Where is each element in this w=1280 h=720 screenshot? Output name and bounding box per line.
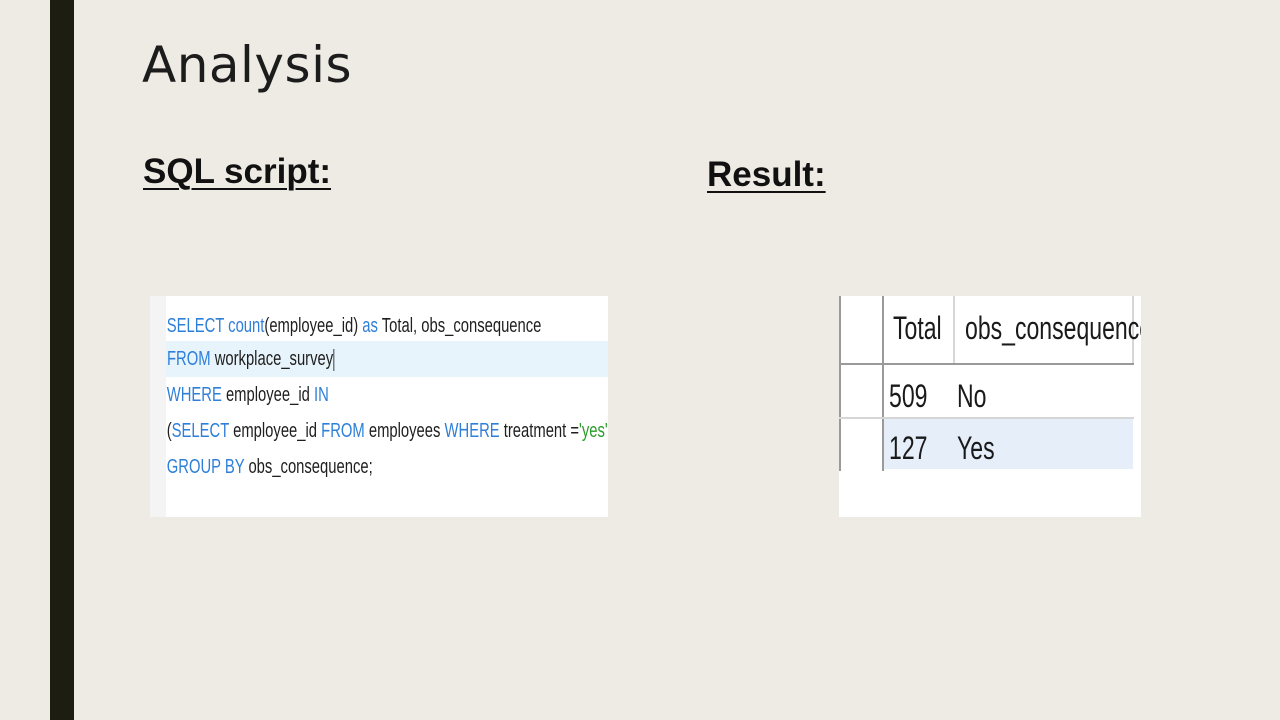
grid-line [839,363,1134,365]
result-heading: Result: [707,155,826,194]
keyword-from: FROM [167,348,211,370]
code-text: Total, obs_consequence [381,315,542,337]
column-header-total: Total [893,310,942,346]
keyword-where: WHERE [444,420,500,442]
keyword-where: WHERE [166,384,222,406]
cell-total: 509 [889,378,928,414]
cell-total: 127 [889,430,928,466]
keyword-from: FROM [321,420,365,442]
code-text: obs_consequence; [248,456,373,478]
code-line-1: SELECT count(employee_id) as Total, obs_… [166,308,542,344]
text-caret [333,348,334,371]
keyword-as: as [362,315,378,337]
keyword-group-by: GROUP BY [166,456,245,478]
string-literal: 'yes' [579,420,608,442]
code-line-2-current: FROM workplace_survey [166,341,608,377]
cell-obs-consequence: Yes [957,430,995,466]
code-line-5: GROUP BY obs_consequence; [166,449,494,485]
code-text: (employee_id) [264,315,359,337]
grid-line [882,296,884,471]
code-text: employee_id [233,420,318,442]
keyword-select: SELECT [171,420,229,442]
code-text: workplace_survey [214,348,334,370]
function-count: count [228,315,265,337]
code-text: employee_id [225,384,310,406]
slide-title: Analysis [142,36,353,94]
sql-script-heading: SQL script: [143,152,332,191]
keyword-in: IN [314,384,329,406]
cell-obs-consequence: No [957,378,987,414]
slide-side-bar [50,0,74,720]
keyword-select: SELECT [166,315,225,337]
grid-line [839,296,841,471]
code-line-4: (SELECT employee_id FROM employees WHERE… [166,413,608,449]
code-text: treatment = [503,420,580,442]
column-header-obs-consequence: obs_consequence [965,310,1141,346]
editor-gutter [150,296,166,517]
sql-code-image: SELECT count(employee_id) as Total, obs_… [150,296,608,517]
result-grid-image: Total obs_consequence 509 No 127 Yes [839,296,1141,517]
code-text: employees [368,420,441,442]
code-line-3: WHERE employee_id IN [166,377,494,413]
grid-line [839,417,1134,419]
grid-line [953,296,955,364]
